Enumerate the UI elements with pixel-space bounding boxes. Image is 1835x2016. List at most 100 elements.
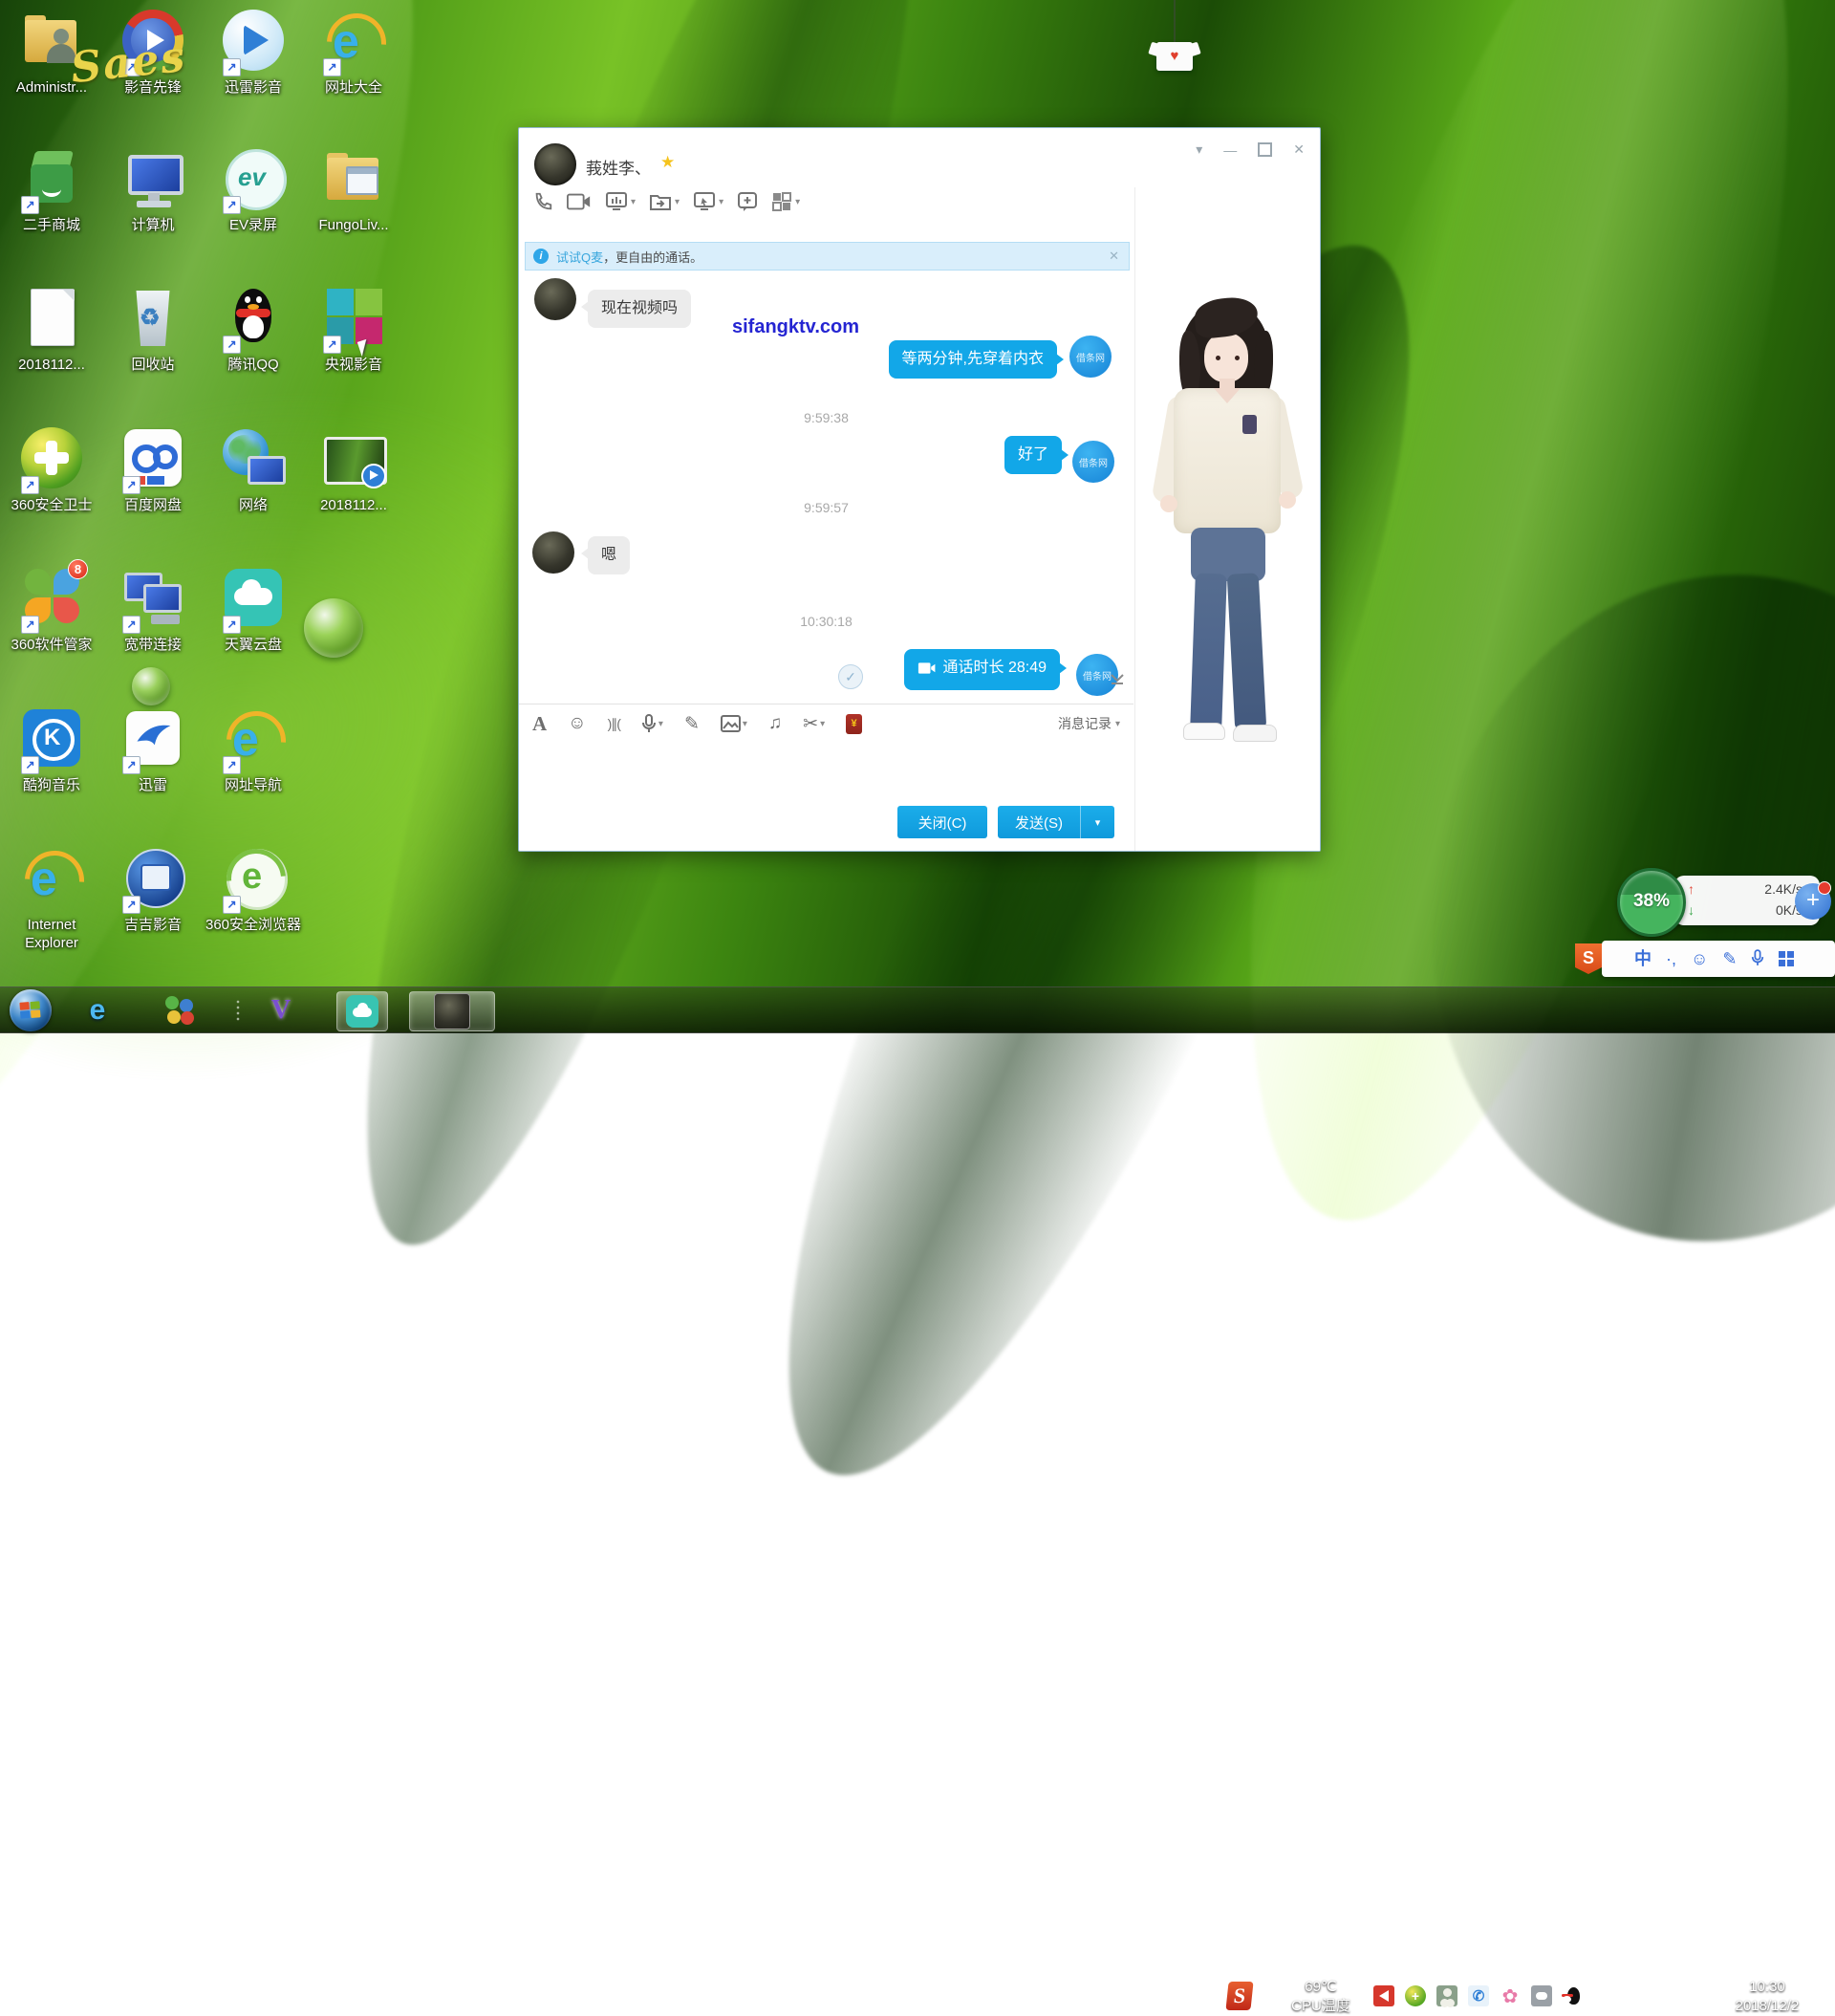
screen-share-button[interactable]: ▾ <box>605 191 636 212</box>
flower-icon[interactable]: ✿ <box>1500 1985 1521 2006</box>
desktop-icon-ie[interactable]: e↗网址大全 <box>304 8 403 97</box>
maximize-button[interactable] <box>1258 142 1272 157</box>
desktop-icon-xunlei[interactable]: ↗迅雷 <box>103 705 203 794</box>
video-call-button[interactable] <box>567 192 592 211</box>
emoji-button[interactable]: ☺ <box>568 713 586 734</box>
shortcut-arrow-icon: ↗ <box>223 616 241 634</box>
desktop-icon-network[interactable]: 网络 <box>204 425 303 514</box>
peer-message-avatar[interactable] <box>532 531 574 574</box>
desktop-icon-label: 二手商城 <box>2 216 101 234</box>
start-button[interactable] <box>10 989 52 1031</box>
scroll-to-bottom-icon[interactable] <box>1109 670 1126 687</box>
info-icon: i <box>533 249 549 264</box>
minimize-button[interactable]: — <box>1223 142 1237 158</box>
desktop-icon-ev[interactable]: ev↗EV录屏 <box>204 145 303 234</box>
desktop-icon-computer[interactable]: 计算机 <box>103 145 203 234</box>
font-button[interactable]: A <box>532 712 547 736</box>
taskbar-qq-chat-task[interactable] <box>409 991 495 1031</box>
desktop-icon-browser360[interactable]: e↗360安全浏览器 <box>204 845 303 934</box>
user-icon[interactable] <box>1436 1985 1457 2006</box>
power-plug-icon[interactable] <box>1594 1985 1615 2006</box>
window-titlebar[interactable]: 莪姓李、 ★ ▾ — ✕ <box>519 128 1320 187</box>
send-options-caret[interactable]: ▾ <box>1080 806 1114 838</box>
send-button[interactable]: 发送(S) <box>998 806 1080 838</box>
qq-service-icon[interactable]: ✆ <box>1468 1985 1489 2006</box>
notification-badge: 8 <box>68 559 88 579</box>
desktop-icon-cbox[interactable]: ↗央视影音 <box>304 285 403 374</box>
desktop-icon-ball360[interactable]: ↗360安全卫士 <box>2 425 101 514</box>
desktop-icon-qq[interactable]: ↗腾讯QQ <box>204 285 303 374</box>
desktop-icon-video[interactable]: 2018112... <box>304 425 403 514</box>
close-button[interactable]: ✕ <box>1293 141 1305 158</box>
network-signal-icon[interactable] <box>1657 1985 1678 2006</box>
red-packet-button[interactable]: ¥ <box>846 714 862 734</box>
ime-mode-button[interactable]: 中 <box>1634 941 1652 977</box>
desktop-icon-label: 央视影音 <box>304 356 403 374</box>
self-message-avatar[interactable]: 借条网 <box>1069 336 1112 378</box>
ime-toolbox-icon[interactable] <box>1779 951 1794 966</box>
announcement-icon[interactable] <box>1373 1985 1394 2006</box>
ime-pen-button[interactable]: ✎ <box>1722 941 1737 977</box>
voice-message-button[interactable]: ▾ <box>641 714 663 733</box>
broadband-icon: ↗ <box>119 565 187 634</box>
desktop-icon-broadband[interactable]: ↗宽带连接 <box>103 565 203 654</box>
voice-call-button[interactable] <box>532 191 553 212</box>
screenshot-button[interactable]: ✂ ▾ <box>803 713 825 735</box>
taskbar-v-client[interactable]: V <box>256 991 306 1030</box>
computer-icon <box>119 145 187 214</box>
desktop-icon-jiji[interactable]: ↗吉吉影音 <box>103 845 203 934</box>
download-arrow-icon: ↓ <box>1688 902 1695 918</box>
ime-mic-button[interactable] <box>1751 940 1764 979</box>
file-transfer-button[interactable]: ▾ <box>649 192 680 211</box>
image-button[interactable]: ▾ <box>721 715 747 732</box>
taskbar-internet-explorer[interactable]: e <box>73 991 122 1030</box>
self-message-avatar[interactable]: 借条网 <box>1072 441 1114 483</box>
close-chat-button[interactable]: 关闭(C) <box>897 806 987 838</box>
desktop-icon-kugou[interactable]: K↗酷狗音乐 <box>2 705 101 794</box>
tray-sogou-icon[interactable]: S <box>1225 1982 1253 2010</box>
message-input[interactable] <box>519 738 1133 805</box>
remote-desktop-button[interactable]: ▾ <box>693 191 723 212</box>
create-group-button[interactable] <box>737 191 758 212</box>
desktop-icon-ie[interactable]: eInternet Explorer <box>2 845 101 952</box>
taskbar-media-player[interactable] <box>155 991 205 1030</box>
taskbar-cloud-drive[interactable] <box>336 991 388 1031</box>
banner-link[interactable]: 试试Q麦 <box>556 248 603 266</box>
360-security-icon[interactable]: + <box>1405 1985 1426 2006</box>
desktop-icon-label: 2018112... <box>304 496 403 514</box>
desktop-icon-ie[interactable]: e↗网址导航 <box>204 705 303 794</box>
peer-message-avatar[interactable] <box>534 278 576 320</box>
desktop-icon-tianyi[interactable]: ↗天翼云盘 <box>204 565 303 654</box>
water-drop <box>132 667 170 705</box>
message-list[interactable]: 现在视频吗 sifangktv.com 等两分钟,先穿着内衣 借条网 9:59:… <box>519 269 1133 704</box>
accelerate-plus-button[interactable]: + <box>1795 883 1831 920</box>
desktop-icon-baidupan[interactable]: ↗百度网盘 <box>103 425 203 514</box>
shortcut-arrow-icon: ↗ <box>223 336 241 354</box>
upload-arrow-icon: ↑ <box>1688 881 1695 897</box>
taskbar-divider <box>235 999 241 1022</box>
desktop-icon-play-blue[interactable]: ↗迅雷影音 <box>204 8 303 97</box>
banner-close-icon[interactable]: ✕ <box>1109 249 1119 264</box>
desktop-icon-recycle[interactable]: ♻回收站 <box>103 285 203 374</box>
sogou-ime-bar[interactable]: S 中 ·, ☺ ✎ <box>1602 941 1835 977</box>
apps-grid-button[interactable]: ▾ <box>771 191 800 212</box>
ime-punctuation-button[interactable]: ·, <box>1666 941 1676 977</box>
camera-icon[interactable] <box>1531 1985 1552 2006</box>
desktop-icon-folder-window[interactable]: FungoLiv... <box>304 145 403 234</box>
music-button[interactable]: ♫ <box>768 713 782 734</box>
desktop-icon-label: FungoLiv... <box>304 216 403 234</box>
handwriting-button[interactable]: ✎ <box>684 713 700 735</box>
taskbar-clock[interactable]: 10:30 2018/12/2 <box>1711 1978 1824 2016</box>
peer-avatar[interactable] <box>534 143 576 185</box>
desktop-icon-clover[interactable]: ↗8360软件管家 <box>2 565 101 654</box>
360-accelerator-ball[interactable]: 38% <box>1617 868 1686 937</box>
qq-penguin-icon[interactable] <box>1563 1985 1584 2006</box>
window-shake-button[interactable]: )∥( <box>608 716 620 732</box>
window-menu-caret-icon[interactable]: ▾ <box>1196 141 1202 158</box>
volume-icon[interactable] <box>1626 1985 1647 2006</box>
shortcut-arrow-icon: ↗ <box>223 756 241 774</box>
ime-emoji-button[interactable]: ☺ <box>1691 941 1708 977</box>
message-history-button[interactable]: 消息记录 ▾ <box>1058 714 1120 733</box>
desktop-icon-green-cube[interactable]: ↗二手商城 <box>2 145 101 234</box>
desktop-icon-doc[interactable]: 2018112... <box>2 285 101 374</box>
